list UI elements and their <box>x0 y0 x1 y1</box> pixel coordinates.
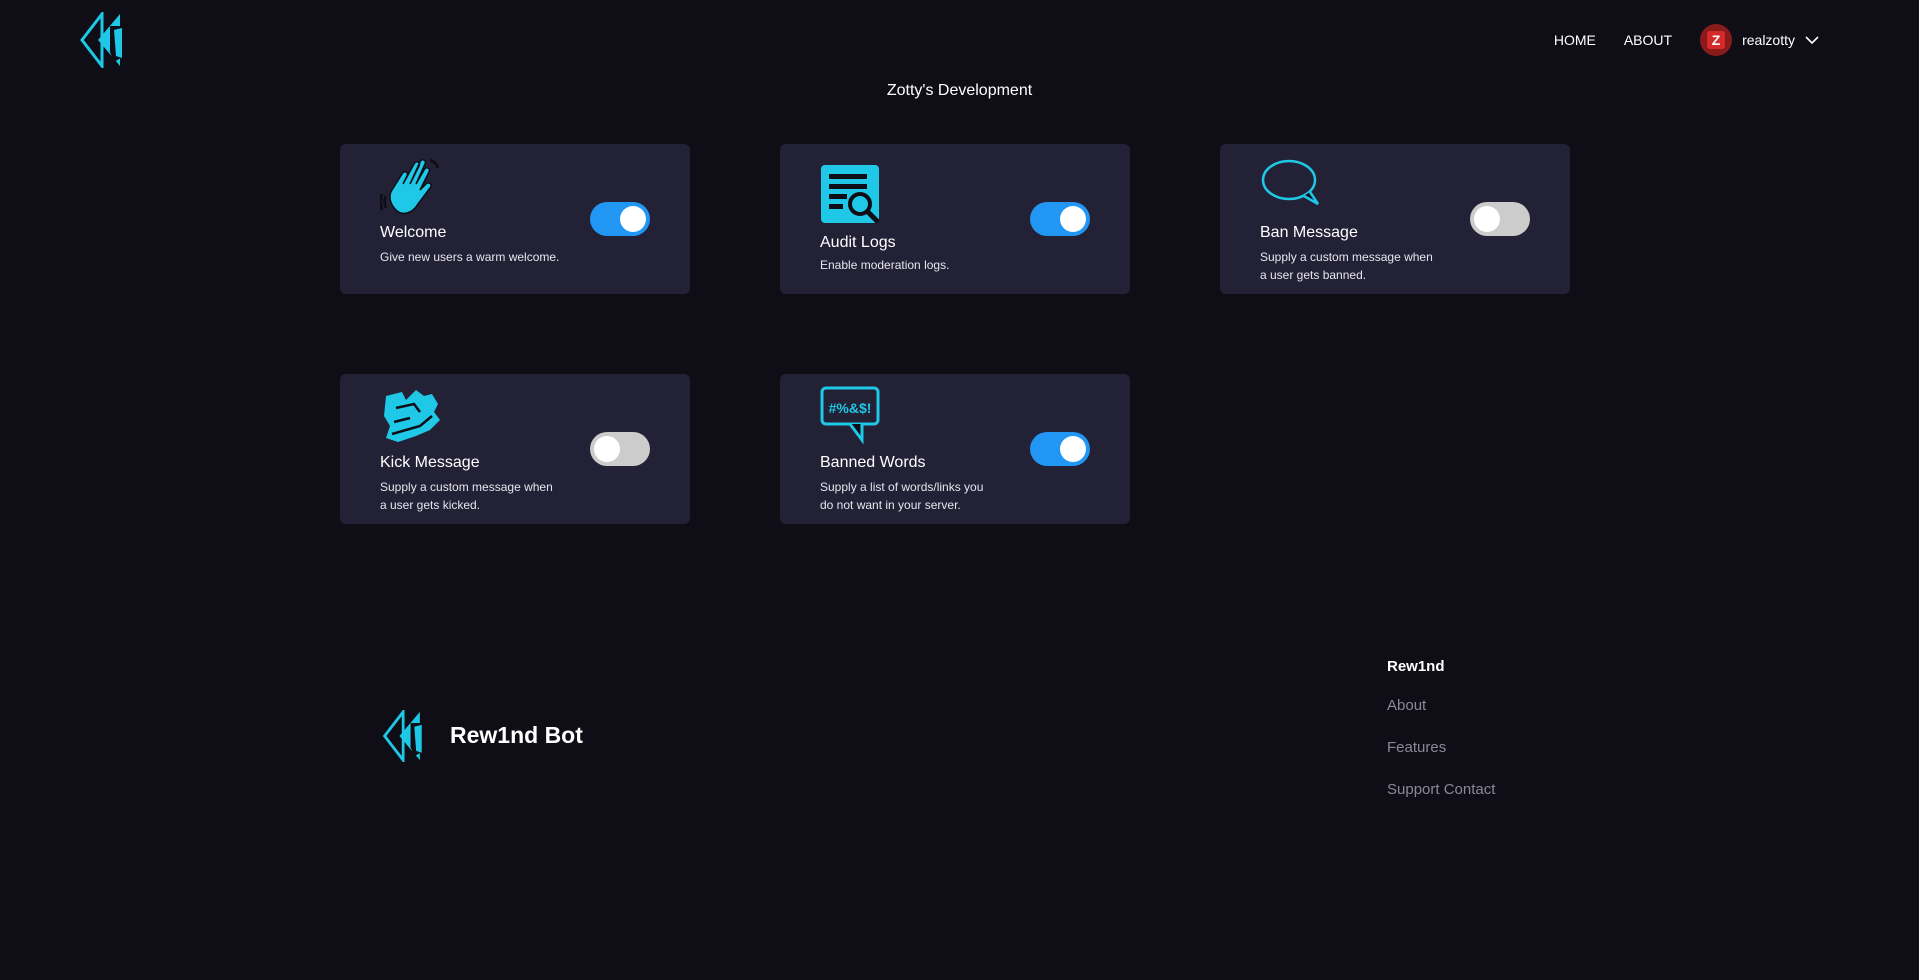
toggle-knob <box>1060 436 1086 462</box>
footer-links: Rew1nd About Features Support Contact <box>1387 658 1495 823</box>
audit-logs-toggle[interactable] <box>1030 202 1090 236</box>
wave-hand-icon <box>380 158 440 215</box>
top-nav: HOME ABOUT Z realzotty <box>1554 24 1819 56</box>
ban-message-toggle[interactable] <box>1470 202 1530 236</box>
speech-bubble-icon <box>1261 159 1320 206</box>
toggle-knob <box>594 436 620 462</box>
card-banned-words: #%&$! Banned Words Supply a list of word… <box>780 374 1130 524</box>
footer-link-features[interactable]: Features <box>1387 739 1495 756</box>
card-title: Kick Message <box>380 454 480 471</box>
footer-brand: Rew1nd Bot <box>450 722 583 748</box>
kick-message-toggle[interactable] <box>590 432 650 466</box>
card-title: Audit Logs <box>820 234 896 251</box>
card-title: Ban Message <box>1260 224 1358 241</box>
page-title: Zotty's Development <box>886 82 1033 99</box>
card-title: Welcome <box>380 224 447 241</box>
username: realzotty <box>1742 32 1795 48</box>
card-description: Supply a custom message when a user gets… <box>380 480 553 512</box>
censored-bubble-icon: #%&$! <box>820 386 880 445</box>
card-ban-message: Ban Message Supply a custom message when… <box>1220 144 1570 294</box>
nav-about-link[interactable]: ABOUT <box>1624 24 1672 56</box>
kick-shoe-icon <box>384 390 440 442</box>
banned-words-toggle[interactable] <box>1030 432 1090 466</box>
card-description: Supply a custom message when a user gets… <box>1260 250 1433 282</box>
card-welcome: Welcome Give new users a warm welcome. <box>340 144 690 294</box>
card-title: Banned Words <box>820 454 926 471</box>
card-kick-message: Kick Message Supply a custom message whe… <box>340 374 690 524</box>
rew1nd-logo-icon[interactable] <box>80 12 128 68</box>
toggle-knob <box>1060 206 1086 232</box>
card-description: Give new users a warm welcome. <box>380 250 560 264</box>
footer-link-about[interactable]: About <box>1387 697 1495 714</box>
rew1nd-footer-logo-icon <box>382 710 424 762</box>
user-menu[interactable]: Z realzotty <box>1700 24 1819 56</box>
footer-link-support-contact[interactable]: Support Contact <box>1387 781 1495 798</box>
toggle-knob <box>620 206 646 232</box>
avatar-z-icon: Z <box>1707 31 1726 49</box>
card-description: Supply a list of words/links you do not … <box>820 480 984 512</box>
svg-text:#%&$!: #%&$! <box>829 400 872 416</box>
svg-text:Z: Z <box>1712 32 1721 48</box>
chevron-down-icon[interactable] <box>1805 35 1819 45</box>
welcome-toggle[interactable] <box>590 202 650 236</box>
card-audit-logs: Audit Logs Enable moderation logs. <box>780 144 1130 294</box>
avatar: Z <box>1700 24 1733 56</box>
nav-home-link[interactable]: HOME <box>1554 24 1596 56</box>
page: HOME ABOUT Z realzotty Zotty's Developme… <box>0 0 1919 980</box>
footer-column-title: Rew1nd <box>1387 658 1445 675</box>
card-description: Enable moderation logs. <box>820 258 950 272</box>
toggle-knob <box>1474 206 1500 232</box>
audit-document-icon <box>821 165 880 224</box>
